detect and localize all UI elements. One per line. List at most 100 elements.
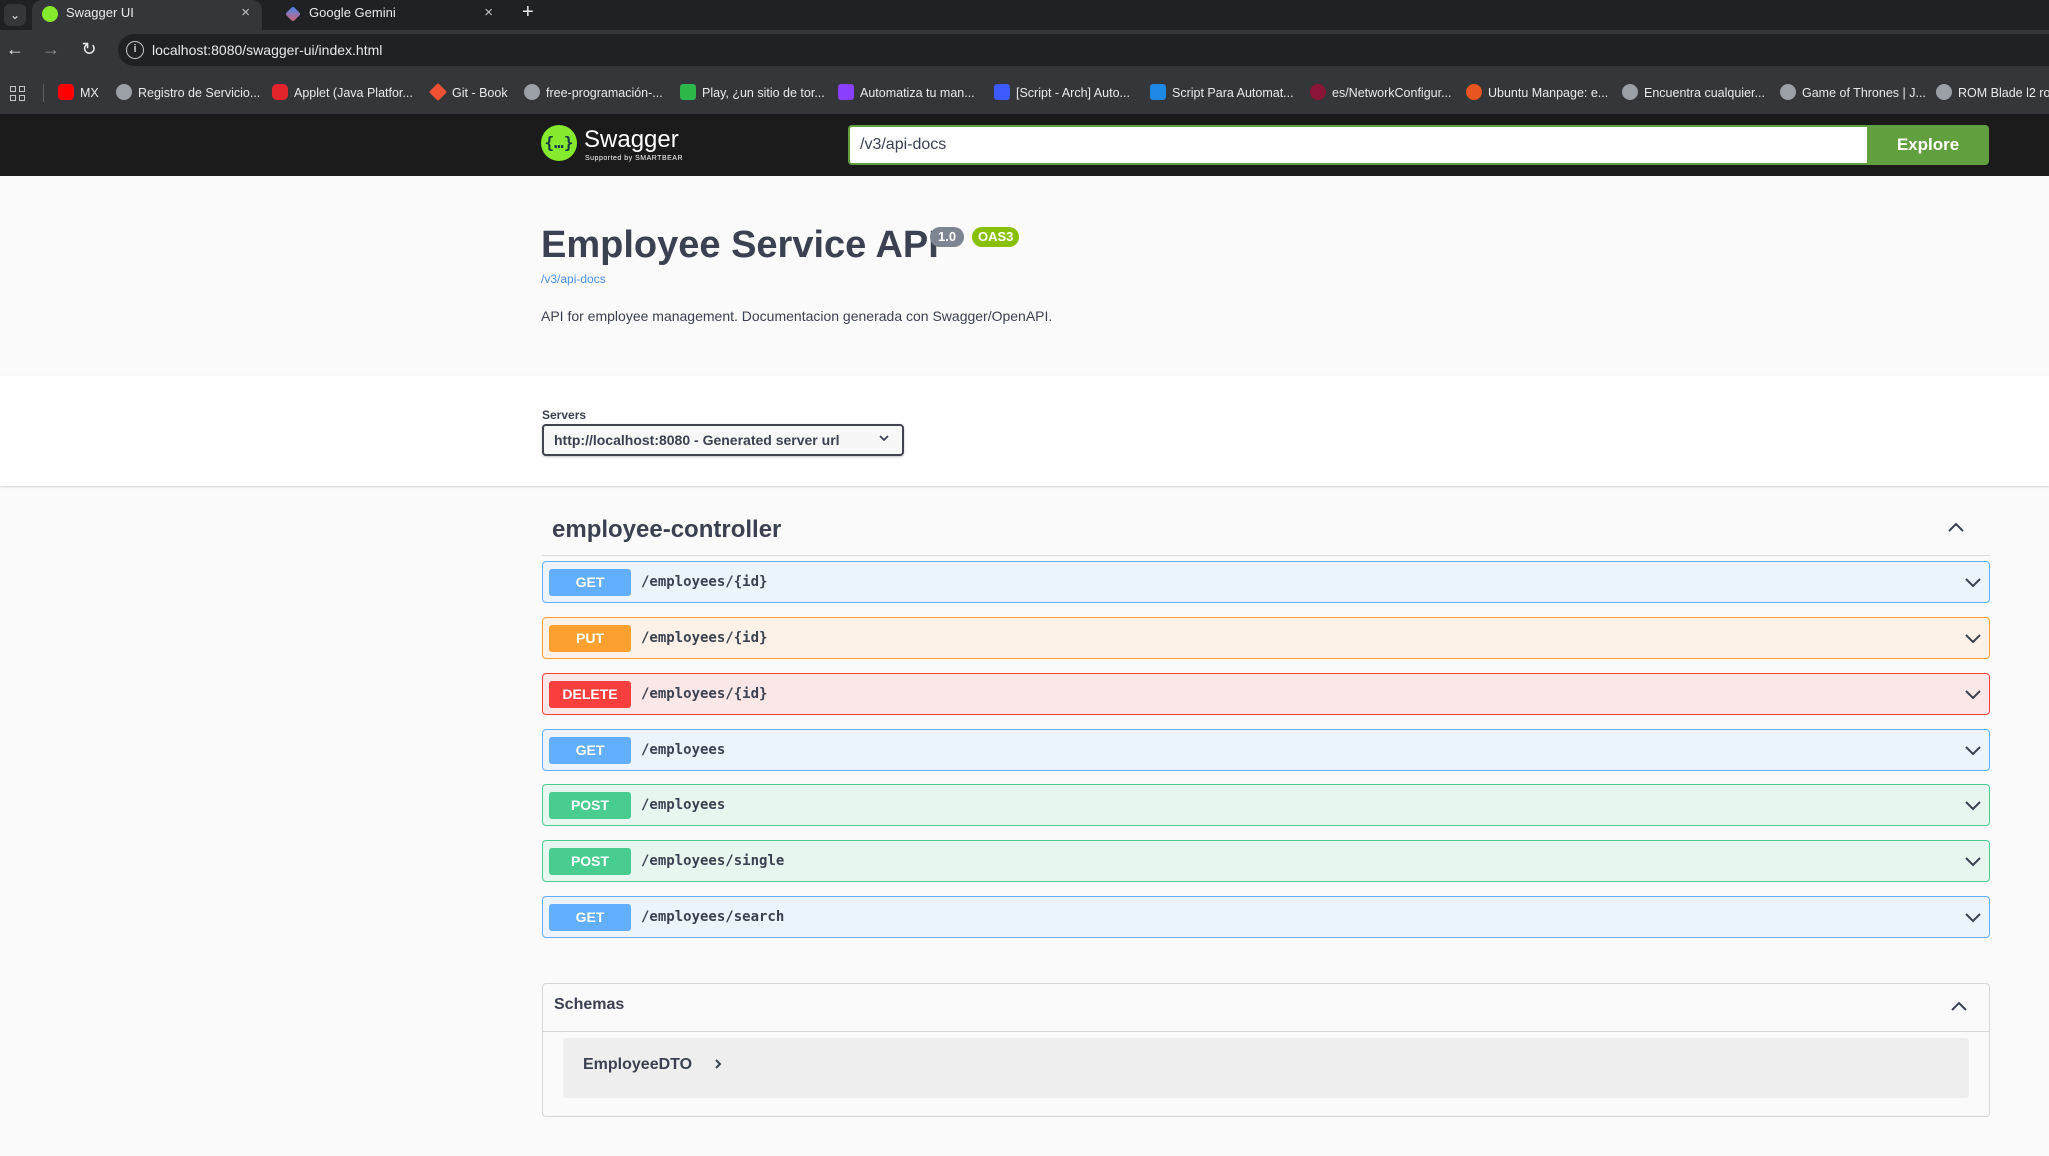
operation-put-employee[interactable]: PUT /employees/{id}	[542, 617, 1990, 659]
bookmark-item[interactable]: es/NetworkConfigur...	[1310, 72, 1452, 114]
spec-url-input[interactable]: /v3/api-docs	[848, 125, 1868, 165]
servers-section: Servers http://localhost:8080 - Generate…	[0, 376, 2049, 486]
method-badge: DELETE	[549, 681, 631, 708]
bookmark-label: Automatiza tu man...	[860, 86, 975, 100]
bookmark-label: Encuentra cualquier...	[1644, 86, 1765, 100]
bookmark-item[interactable]: free-programación-...	[524, 72, 663, 114]
bookmark-item[interactable]: Applet (Java Platfor...	[272, 72, 413, 114]
bookmark-label: free-programación-...	[546, 86, 663, 100]
method-badge: GET	[549, 569, 631, 596]
bookmark-label: MX	[80, 86, 99, 100]
api-title: Employee Service API	[541, 224, 939, 266]
bookmark-item[interactable]: Automatiza tu man...	[838, 72, 975, 114]
globe-icon	[1780, 84, 1796, 100]
play-icon	[680, 84, 696, 100]
browser-toolbar: ← → ↻ i localhost:8080/swagger-ui/index.…	[0, 30, 2049, 72]
bookmark-item[interactable]: Git - Book	[428, 72, 508, 114]
method-badge: GET	[549, 737, 631, 764]
bookmark-item[interactable]: ROM Blade l2 ro	[1936, 72, 2049, 114]
servers-select[interactable]: http://localhost:8080 - Generated server…	[542, 424, 904, 456]
bookmark-label: Ubuntu Manpage: e...	[1488, 86, 1609, 100]
api-description: API for employee management. Documentaci…	[541, 308, 1053, 324]
api-info-section: Employee Service API 1.0 OAS3 /v3/api-do…	[0, 176, 2049, 376]
operation-post-employee-single[interactable]: POST /employees/single	[542, 840, 1990, 882]
forward-arrow-icon[interactable]: →	[40, 38, 62, 60]
controller-header[interactable]: employee-controller	[542, 506, 1990, 556]
bookmark-item[interactable]: Game of Thrones | J...	[1780, 72, 1926, 114]
bookmark-item[interactable]: Ubuntu Manpage: e...	[1466, 72, 1608, 114]
new-tab-button[interactable]: +	[522, 0, 534, 24]
debian-icon	[1310, 84, 1326, 100]
schemas-header[interactable]: Schemas	[543, 984, 1989, 1032]
bookmark-item[interactable]: Encuentra cualquier...	[1622, 72, 1765, 114]
bookmark-item[interactable]: [Script - Arch] Auto...	[994, 72, 1130, 114]
operation-path: /employees/{id}	[641, 686, 768, 702]
chevron-down-icon[interactable]	[1963, 740, 1983, 760]
bookmark-label: Applet (Java Platfor...	[294, 86, 413, 100]
swagger-topbar: {…} Swagger Supported by SMARTBEAR /v3/a…	[0, 114, 2049, 176]
tab-swagger-ui[interactable]: Swagger UI ×	[32, 0, 262, 30]
globe-icon	[1622, 84, 1638, 100]
schemas-section: Schemas EmployeeDTO	[542, 983, 1990, 1117]
swagger-logo-icon[interactable]: {…}	[541, 125, 577, 161]
operation-post-employees[interactable]: POST /employees	[542, 784, 1990, 826]
chevron-down-icon[interactable]	[1963, 572, 1983, 592]
globe-icon	[1936, 84, 1952, 100]
tab-title: Google Gemini	[309, 5, 396, 20]
ubuntu-icon	[1466, 84, 1482, 100]
operation-delete-employee[interactable]: DELETE /employees/{id}	[542, 673, 1990, 715]
operation-path: /employees/search	[641, 909, 785, 925]
operation-path: /employees/single	[641, 853, 785, 869]
browser-tab-strip: ⌄ Swagger UI × Google Gemini × +	[0, 0, 2049, 30]
back-arrow-icon[interactable]: ←	[4, 38, 26, 60]
model-employee-dto[interactable]: EmployeeDTO	[563, 1038, 1969, 1098]
operation-path: /employees	[641, 742, 726, 758]
gemini-favicon-icon	[285, 6, 301, 22]
bookmark-item[interactable]: Play, ¿un sitio de tor...	[680, 72, 825, 114]
chevron-down-icon[interactable]	[1963, 628, 1983, 648]
bookmark-label: ROM Blade l2 ro	[1958, 86, 2049, 100]
bookmark-item[interactable]: Registro de Servicio...	[116, 72, 260, 114]
swagger-logo-text[interactable]: Swagger	[584, 126, 679, 154]
servers-selected-value: http://localhost:8080 - Generated server…	[554, 432, 840, 448]
bookmark-label: [Script - Arch] Auto...	[1016, 86, 1130, 100]
bookmark-item[interactable]: MX	[58, 72, 99, 114]
bookmark-label: Registro de Servicio...	[138, 86, 261, 100]
git-icon	[428, 82, 448, 102]
bookmarks-bar: MX Registro de Servicio... Applet (Java …	[0, 72, 2049, 114]
apps-grid-icon[interactable]	[10, 86, 26, 102]
operation-path: /employees/{id}	[641, 630, 768, 646]
method-badge: POST	[549, 792, 631, 819]
swagger-favicon-icon	[42, 6, 58, 22]
chevron-down-icon[interactable]	[1963, 851, 1983, 871]
chevron-up-icon[interactable]	[1949, 997, 1969, 1017]
bookmark-item[interactable]: Script Para Automat...	[1150, 72, 1294, 114]
model-name[interactable]: EmployeeDTO	[583, 1056, 692, 1074]
chevron-right-icon[interactable]	[711, 1056, 725, 1073]
controller-title[interactable]: employee-controller	[552, 516, 781, 544]
swagger-logo-subtitle: Supported by SMARTBEAR	[585, 155, 684, 162]
operation-get-employees-search[interactable]: GET /employees/search	[542, 896, 1990, 938]
site-info-icon[interactable]: i	[126, 41, 144, 59]
chevron-down-icon[interactable]	[1963, 907, 1983, 927]
script-icon	[994, 84, 1010, 100]
address-bar[interactable]: i localhost:8080/swagger-ui/index.html	[118, 34, 2049, 66]
bookmark-label: Play, ¿un sitio de tor...	[702, 86, 825, 100]
servers-label: Servers	[542, 408, 587, 422]
oas-badge: OAS3	[972, 227, 1020, 247]
chevron-up-icon[interactable]	[1946, 518, 1966, 538]
schemas-title[interactable]: Schemas	[554, 996, 624, 1014]
tab-google-gemini[interactable]: Google Gemini ×	[275, 0, 505, 30]
operation-get-employee-by-id[interactable]: GET /employees/{id}	[542, 561, 1990, 603]
tab-close-icon[interactable]: ×	[484, 0, 493, 26]
method-badge: POST	[549, 848, 631, 875]
reload-icon[interactable]: ↻	[78, 38, 100, 60]
spec-link[interactable]: /v3/api-docs	[541, 272, 606, 286]
chevron-down-icon[interactable]	[1963, 684, 1983, 704]
explore-button[interactable]: Explore	[1867, 125, 1989, 165]
operation-get-employees[interactable]: GET /employees	[542, 729, 1990, 771]
address-url[interactable]: localhost:8080/swagger-ui/index.html	[152, 34, 382, 66]
tab-close-icon[interactable]: ×	[241, 0, 250, 26]
tab-search-button[interactable]: ⌄	[4, 4, 26, 26]
chevron-down-icon[interactable]	[1963, 795, 1983, 815]
